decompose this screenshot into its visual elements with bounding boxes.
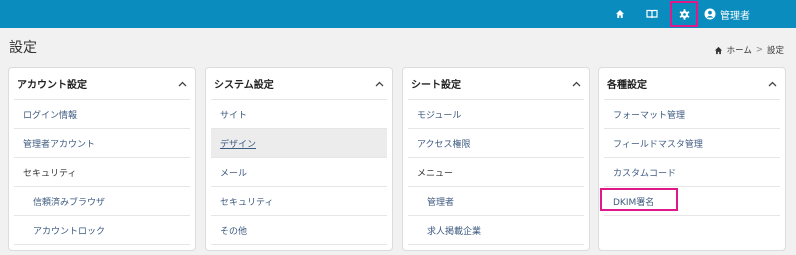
card-divider: [14, 244, 190, 245]
card-sheet-settings: シート設定 モジュール アクセス権限 メニュー 管理者 求人掲載企業: [402, 67, 590, 251]
card-title: システム設定: [214, 80, 274, 91]
card-divider: [211, 244, 387, 245]
menu-item-trusted-browsers[interactable]: 信頼済みブラウザ: [14, 186, 190, 215]
collapse-button[interactable]: [570, 78, 582, 90]
breadcrumb-home-link[interactable]: ホーム: [727, 44, 752, 56]
breadcrumb: ホーム > 設定: [714, 44, 784, 56]
card-title: アカウント設定: [17, 80, 87, 91]
card-header: システム設定: [206, 68, 392, 99]
card-header: アカウント設定: [9, 68, 195, 99]
collapse-button[interactable]: [373, 78, 385, 90]
collapse-button[interactable]: [766, 78, 778, 90]
menu-item-module[interactable]: モジュール: [408, 99, 584, 128]
breadcrumb-current: 設定: [766, 46, 784, 56]
home-icon: [616, 10, 624, 18]
card-header: シート設定: [403, 68, 589, 99]
menu-item-site[interactable]: サイト: [211, 99, 387, 128]
card-account-settings: アカウント設定 ログイン情報 管理者アカウント セキュリティ 信頼済みブラウザ …: [8, 67, 196, 251]
menu-item-format-management[interactable]: フォーマット管理: [604, 99, 780, 128]
menu-item-design[interactable]: デザイン: [211, 128, 387, 157]
menu-item-custom-code[interactable]: カスタムコード: [604, 157, 780, 186]
card-title: 各種設定: [607, 80, 647, 91]
menu-item-account-lock[interactable]: アカウントロック: [14, 215, 190, 244]
user-name: 管理者: [720, 10, 750, 22]
user-icon: [704, 8, 716, 20]
menu-item-job-posting-company[interactable]: 求人掲載企業: [408, 215, 584, 244]
menu-item-field-master-management[interactable]: フィールドマスタ管理: [604, 128, 780, 157]
menu-item-dkim-signature[interactable]: DKIM署名: [600, 186, 780, 215]
top-bar: 管理者: [0, 0, 796, 28]
menu-item-administrator[interactable]: 管理者: [408, 186, 584, 215]
card-header: 各種設定: [599, 68, 785, 99]
home-button[interactable]: [608, 0, 632, 28]
menu-item-admin-account[interactable]: 管理者アカウント: [14, 128, 190, 157]
user-menu[interactable]: 管理者: [704, 0, 764, 28]
chevron-up-icon: [375, 81, 383, 86]
card-various-settings: 各種設定 フォーマット管理 フィールドマスタ管理 カスタムコード DKIM署名: [598, 67, 786, 251]
settings-button[interactable]: [670, 1, 698, 27]
home-icon: [714, 46, 722, 54]
card-title: シート設定: [411, 80, 461, 91]
menu-item-security[interactable]: セキュリティ: [211, 186, 387, 215]
manual-button[interactable]: [640, 0, 664, 28]
page-title: 設定: [9, 40, 37, 56]
book-icon: [646, 9, 658, 19]
menu-group-security: セキュリティ: [14, 157, 190, 186]
menu-item-other[interactable]: その他: [211, 215, 387, 244]
card-divider: [408, 244, 584, 245]
gear-icon: [679, 8, 689, 20]
breadcrumb-separator: >: [755, 45, 763, 55]
collapse-button[interactable]: [176, 78, 188, 90]
menu-item-login-info[interactable]: ログイン情報: [14, 99, 190, 128]
chevron-up-icon: [572, 81, 580, 86]
card-divider: [604, 215, 780, 216]
menu-item-access-rights[interactable]: アクセス権限: [408, 128, 584, 157]
menu-group-menu: メニュー: [408, 157, 584, 186]
chevron-up-icon: [768, 81, 776, 86]
chevron-up-icon: [178, 81, 186, 86]
menu-item-mail[interactable]: メール: [211, 157, 387, 186]
card-system-settings: システム設定 サイト デザイン メール セキュリティ その他: [205, 67, 393, 251]
